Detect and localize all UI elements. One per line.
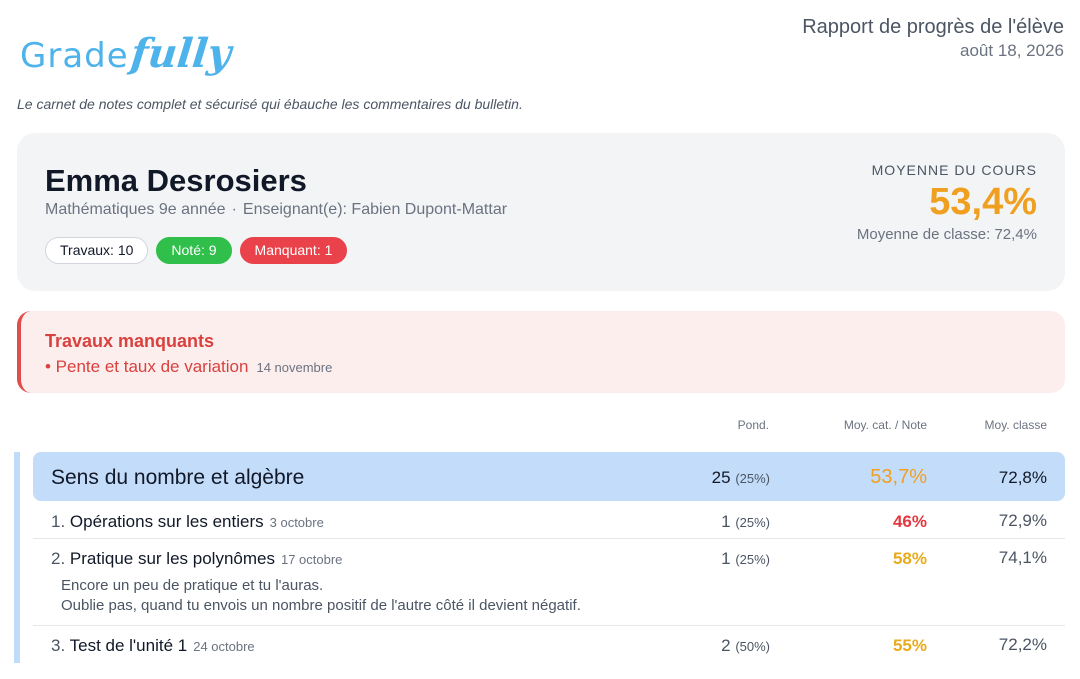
separator-dot: · bbox=[231, 201, 237, 218]
missing-work-title: Travaux manquants bbox=[45, 331, 215, 351]
column-header-class-average: Moy. classe bbox=[984, 418, 1047, 432]
assignment-row: 1. Opérations sur les entiers 3 octobre 1… bbox=[33, 501, 1065, 539]
status-pills: Travaux: 10 Noté: 9 Manquant: 1 bbox=[45, 237, 348, 264]
logo-text-fully: fully bbox=[128, 30, 234, 77]
assignment-name: 1. Opérations sur les entiers 3 octobre bbox=[51, 512, 324, 532]
graded-badge: Noté: 9 bbox=[156, 237, 232, 264]
assignment-score: 55% bbox=[892, 636, 927, 655]
assignment-name: 2. Pratique sur les polynômes 17 octobre bbox=[51, 549, 342, 569]
course-name: Mathématiques 9e année bbox=[45, 201, 226, 218]
assignment-number: 2. bbox=[51, 549, 66, 568]
category-accent-bar bbox=[14, 452, 20, 663]
category-weight-value: 25 bbox=[711, 468, 731, 487]
missing-work-alert: Travaux manquants • Pente et taux de var… bbox=[17, 311, 1065, 393]
assignment-row: 2. Pratique sur les polynômes 17 octobre … bbox=[33, 539, 1065, 626]
report-header: Rapport de progrès de l'élève août 18, 2… bbox=[802, 16, 1064, 61]
missing-item-name: • Pente et taux de variation bbox=[45, 357, 249, 376]
assignment-weight-pct: (25%) bbox=[735, 515, 770, 530]
assignment-score: 58% bbox=[892, 549, 927, 568]
category-row: Sens du nombre et algèbre 25 (25%) 53,7%… bbox=[33, 452, 1065, 501]
comment-line: Oublie pas, quand tu envois un nombre po… bbox=[61, 597, 581, 614]
comment-line: Encore un peu de pratique et tu l'auras. bbox=[61, 577, 324, 594]
missing-badge: Manquant: 1 bbox=[239, 237, 348, 264]
assignment-weight-value: 1 bbox=[721, 512, 731, 531]
missing-item-date: 14 novembre bbox=[256, 360, 333, 375]
assignment-weight-value: 1 bbox=[721, 549, 731, 568]
teacher-comment: Encore un peu de pratique et tu l'auras.… bbox=[61, 576, 581, 616]
class-average: Moyenne de classe: 72,4% bbox=[856, 226, 1037, 243]
assignment-score: 46% bbox=[892, 512, 927, 531]
assignment-class-average: 72,9% bbox=[998, 511, 1047, 530]
teacher-name: Enseignant(e): Fabien Dupont-Mattar bbox=[242, 201, 508, 218]
assignment-title: Pratique sur les polynômes bbox=[69, 549, 275, 568]
tagline: Le carnet de notes complet et sécurisé q… bbox=[17, 96, 523, 112]
category-class-average: 72,8% bbox=[998, 468, 1047, 487]
student-summary-card: Emma Desrosiers Mathématiques 9e année · E… bbox=[17, 133, 1065, 291]
column-header-weight: Pond. bbox=[737, 418, 769, 432]
assignment-number: 3. bbox=[51, 636, 66, 655]
category-weight-pct: (25%) bbox=[735, 471, 770, 486]
gradefully-logo: Gradefully bbox=[20, 30, 234, 86]
assignment-weight: 1 (25%) bbox=[721, 512, 770, 532]
category-score: 53,7% bbox=[870, 466, 927, 488]
assignment-number: 1. bbox=[51, 512, 66, 531]
assignment-weight-pct: (50%) bbox=[735, 639, 770, 654]
assignment-row: 3. Test de l'unité 1 24 octobre 2 (50%) 5… bbox=[33, 626, 1065, 664]
assignment-weight-value: 2 bbox=[721, 636, 731, 655]
assignment-class-average: 74,1% bbox=[998, 548, 1047, 567]
assignment-weight: 1 (25%) bbox=[721, 549, 770, 569]
assignment-date: 17 octobre bbox=[280, 552, 343, 567]
course-average-label: MOYENNE DU COURS bbox=[871, 162, 1037, 178]
category-weight: 25 (25%) bbox=[712, 468, 770, 488]
report-title: Rapport de progrès de l'élève bbox=[802, 16, 1064, 38]
course-average-value: 53,4% bbox=[929, 181, 1037, 223]
column-header-category-grade: Moy. cat. / Note bbox=[843, 418, 927, 432]
assignment-name: 3. Test de l'unité 1 24 octobre bbox=[51, 636, 255, 656]
assignment-date: 24 octobre bbox=[193, 639, 255, 654]
assignment-weight-pct: (25%) bbox=[735, 552, 770, 567]
assignment-title: Test de l'unité 1 bbox=[69, 636, 188, 655]
assignment-weight: 2 (50%) bbox=[721, 636, 770, 656]
report-date: août 18, 2026 bbox=[960, 41, 1064, 60]
category-name: Sens du nombre et algèbre bbox=[51, 466, 305, 489]
assignment-class-average: 72,2% bbox=[998, 635, 1047, 654]
course-info: Mathématiques 9e année · Enseignant(e): Fa… bbox=[45, 201, 507, 219]
student-name: Emma Desrosiers bbox=[45, 163, 307, 198]
total-assignments-badge: Travaux: 10 bbox=[45, 237, 149, 264]
assignment-title: Opérations sur les entiers bbox=[69, 512, 264, 531]
missing-work-item: • Pente et taux de variation 14 novembre bbox=[45, 357, 332, 377]
logo-text-grade: Grade bbox=[20, 36, 129, 76]
assignment-date: 3 octobre bbox=[269, 515, 324, 530]
